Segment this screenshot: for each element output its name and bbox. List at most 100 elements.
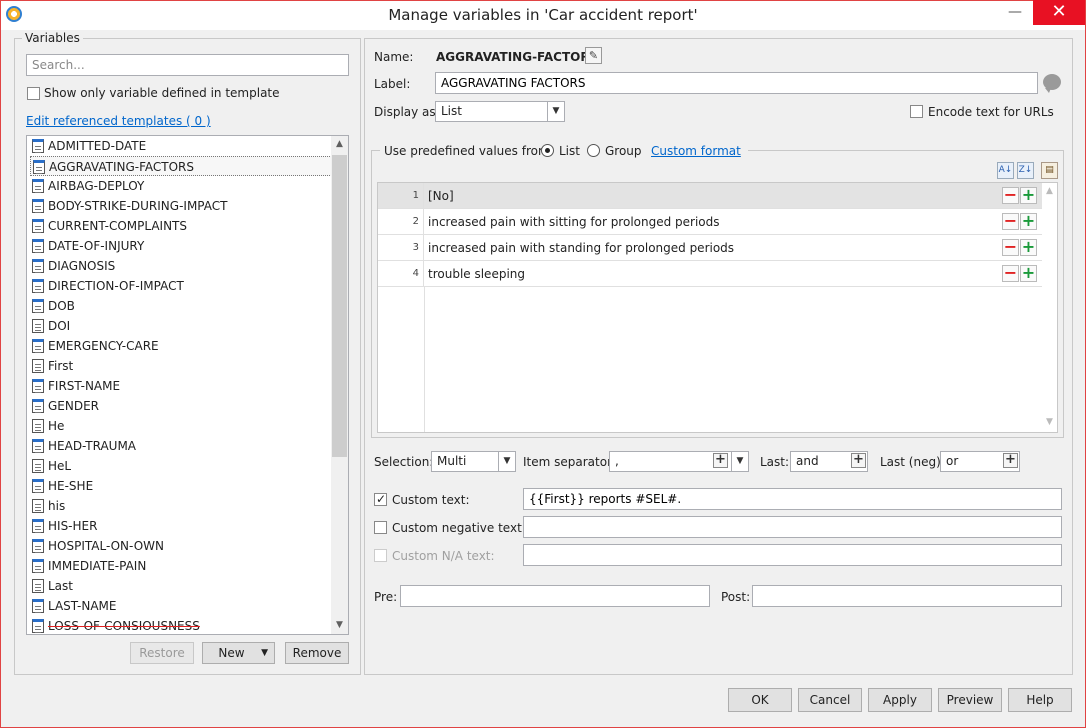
list-variable-icon [32,599,44,613]
variable-list-item[interactable]: HOSPITAL-ON-OWN [30,536,332,556]
variable-list-item[interactable]: DOB [30,296,332,316]
window-title: Manage variables in 'Car accident report… [388,6,698,24]
value-row[interactable]: 4 trouble sleeping − + [378,261,1042,287]
variable-list-item[interactable]: LAST-NAME [30,596,332,616]
value-text[interactable]: increased pain with sitting for prolonge… [428,209,720,235]
variable-list-item[interactable]: First [30,356,332,376]
radio-list[interactable] [541,144,554,157]
plus-icon[interactable]: + [1020,265,1037,282]
variable-list-item-label: He [48,419,65,433]
variable-list-item[interactable]: DATE-OF-INJURY [30,236,332,256]
minus-icon[interactable]: − [1002,187,1019,204]
remove-button[interactable]: Remove [285,642,349,664]
help-button[interactable]: Help [1008,688,1072,712]
preview-button[interactable]: Preview [938,688,1002,712]
variable-list-item[interactable]: his [30,496,332,516]
variable-list-item[interactable]: FIRST-NAME [30,376,332,396]
variable-list-item-label: IMMEDIATE-PAIN [48,559,147,573]
last-input[interactable]: and + [790,451,868,472]
custom-format-link[interactable]: Custom format [651,144,741,158]
custom-negative-input[interactable] [523,516,1062,538]
variable-list-item[interactable]: BODY-STRIKE-DURING-IMPACT [30,196,332,216]
post-label: Post: [721,590,751,604]
scroll-up-icon[interactable]: ▲ [331,139,348,149]
variable-list-item[interactable]: HEAD-TRAUMA [30,436,332,456]
clipboard-icon[interactable]: ▤ [1041,162,1058,179]
encode-urls-checkbox[interactable] [910,105,923,118]
variables-list: ADMITTED-DATE AGGRAVATING-FACTORS AIRBAG-D… [26,135,349,635]
last-neg-input[interactable]: or + [940,451,1020,472]
custom-negative-checkbox[interactable] [374,521,387,534]
minimize-button[interactable]: — [1002,4,1028,24]
ok-button[interactable]: OK [728,688,792,712]
pre-input[interactable] [400,585,710,607]
variable-list-item-label: DATE-OF-INJURY [48,239,145,253]
grid-divider [424,287,425,432]
minus-icon[interactable]: − [1002,239,1019,256]
apply-button[interactable]: Apply [868,688,932,712]
value-row[interactable]: 3 increased pain with standing for prolo… [378,235,1042,261]
variable-list-item[interactable]: HE-SHE [30,476,332,496]
variable-list-item[interactable]: DOI [30,316,332,336]
list-variable-icon [32,559,44,573]
variable-list-item[interactable]: He [30,416,332,436]
close-button[interactable]: ✕ [1033,0,1085,25]
variable-list-item[interactable]: Last [30,576,332,596]
selection-label: Selection: [374,455,434,469]
variable-list-item[interactable]: DIRECTION-OF-IMPACT [30,276,332,296]
variable-list-item[interactable]: LOSS-OF-CONSIOUSNESS [30,616,332,634]
row-number: 2 [378,209,424,235]
variable-list-item[interactable]: DIAGNOSIS [30,256,332,276]
variable-list-item[interactable]: AIRBAG-DEPLOY [30,176,332,196]
pencil-icon[interactable]: ✎ [585,47,602,64]
variable-list-item[interactable]: HIS-HER [30,516,332,536]
edit-referenced-templates-link[interactable]: Edit referenced templates ( 0 ) [26,114,211,128]
plus-icon[interactable]: + [1020,187,1037,204]
display-as-select[interactable]: List ▼ [435,101,565,122]
value-text[interactable]: trouble sleeping [428,261,525,287]
value-text[interactable]: increased pain with standing for prolong… [428,235,734,261]
minus-icon[interactable]: − [1002,213,1019,230]
plus-icon[interactable]: + [1003,453,1018,468]
custom-text-input[interactable] [523,488,1062,510]
scroll-up-icon[interactable]: ▲ [1042,186,1057,196]
variable-list-item[interactable]: EMERGENCY-CARE [30,336,332,356]
comment-icon[interactable] [1043,74,1061,93]
restore-button[interactable]: Restore [130,642,194,664]
values-grid-scrollbar[interactable]: ▲ ▼ [1042,183,1057,432]
variable-list-item-label: First [48,359,74,373]
show-only-checkbox[interactable] [27,87,40,100]
search-input[interactable] [26,54,349,76]
custom-text-checkbox[interactable] [374,493,387,506]
sort-ascending-icon[interactable]: A↓ [997,162,1014,179]
variable-list-item-label: Last [48,579,73,593]
custom-na-input[interactable] [523,544,1062,566]
value-row[interactable]: 1 [No] − + [378,183,1042,209]
item-separator-select[interactable]: , + ▼ [609,451,749,472]
radio-group[interactable] [587,144,600,157]
variable-list-item[interactable]: ADMITTED-DATE [30,136,332,156]
variables-list-scroll-thumb[interactable] [332,155,347,457]
plus-icon[interactable]: + [1020,213,1037,230]
variable-list-item[interactable]: AGGRAVATING-FACTORS [30,156,332,176]
value-text[interactable]: [No] [428,183,454,209]
sort-descending-icon[interactable]: Z↓ [1017,162,1034,179]
value-row[interactable]: 2 increased pain with sitting for prolon… [378,209,1042,235]
plus-icon[interactable]: + [851,453,866,468]
plus-icon[interactable]: + [1020,239,1037,256]
variable-list-item[interactable]: CURRENT-COMPLAINTS [30,216,332,236]
list-variable-icon [32,279,44,293]
cancel-button[interactable]: Cancel [798,688,862,712]
new-button[interactable]: New ▼ [202,642,275,664]
post-input[interactable] [752,585,1062,607]
values-grid: 1 [No] − + 2 increased pain with sitting… [377,182,1058,433]
variable-list-item[interactable]: HeL [30,456,332,476]
label-input[interactable] [435,72,1038,94]
variable-list-item[interactable]: GENDER [30,396,332,416]
plus-icon[interactable]: + [713,453,728,468]
scroll-down-icon[interactable]: ▼ [331,620,348,630]
selection-select[interactable]: Multi ▼ [431,451,516,472]
scroll-down-icon[interactable]: ▼ [1042,417,1057,427]
variable-list-item[interactable]: IMMEDIATE-PAIN [30,556,332,576]
minus-icon[interactable]: − [1002,265,1019,282]
